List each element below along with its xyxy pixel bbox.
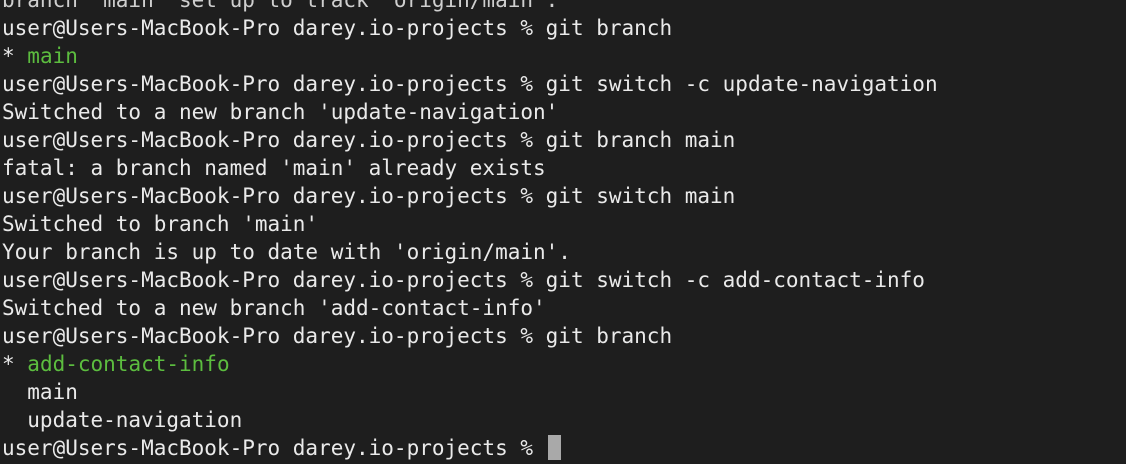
terminal-line-partial: branch 'main' set up to track 'origin/ma…	[2, 0, 1126, 14]
command-text: git branch main	[545, 128, 736, 152]
command-text: git branch	[545, 16, 673, 40]
command-text: git switch -c add-contact-info	[545, 268, 925, 292]
text-cursor	[547, 435, 561, 460]
output-text: Switched to branch 'main'	[2, 212, 319, 236]
current-branch-name: main	[27, 44, 78, 68]
command-text: git switch main	[545, 184, 736, 208]
command-text: git branch	[545, 324, 673, 348]
output-text: Switched to a new branch 'update-navigat…	[2, 100, 559, 124]
output-text: branch 'main' set up to track 'origin/ma…	[2, 0, 559, 12]
error-text: fatal: a branch named 'main' already exi…	[2, 156, 546, 180]
terminal-line-branch: update-navigation	[2, 406, 1126, 434]
terminal-line-command: user@Users-MacBook-Pro darey.io-projects…	[2, 70, 1126, 98]
shell-prompt: user@Users-MacBook-Pro darey.io-projects…	[2, 128, 546, 152]
terminal-line-command: user@Users-MacBook-Pro darey.io-projects…	[2, 266, 1126, 294]
shell-prompt: user@Users-MacBook-Pro darey.io-projects…	[2, 184, 546, 208]
terminal-line-command: user@Users-MacBook-Pro darey.io-projects…	[2, 14, 1126, 42]
terminal-line-branch: main	[2, 378, 1126, 406]
output-text: Switched to a new branch 'add-contact-in…	[2, 296, 546, 320]
terminal-line-command: user@Users-MacBook-Pro darey.io-projects…	[2, 182, 1126, 210]
shell-prompt: user@Users-MacBook-Pro darey.io-projects…	[2, 324, 546, 348]
terminal-line-branch-current: * add-contact-info	[2, 350, 1126, 378]
current-branch-name: add-contact-info	[27, 352, 230, 376]
terminal-line-output: fatal: a branch named 'main' already exi…	[2, 154, 1126, 182]
terminal-output: branch 'main' set up to track 'origin/ma…	[2, 0, 1126, 462]
terminal-line-command: user@Users-MacBook-Pro darey.io-projects…	[2, 126, 1126, 154]
terminal-line-output: Switched to a new branch 'add-contact-in…	[2, 294, 1126, 322]
terminal-line-branch-current: * main	[2, 42, 1126, 70]
branch-name: update-navigation	[2, 408, 243, 432]
shell-prompt: user@Users-MacBook-Pro darey.io-projects…	[2, 72, 546, 96]
terminal-line-output: Switched to branch 'main'	[2, 210, 1126, 238]
terminal-line-output: Your branch is up to date with 'origin/m…	[2, 238, 1126, 266]
current-branch-marker: *	[2, 352, 28, 376]
output-text: Your branch is up to date with 'origin/m…	[2, 240, 571, 264]
current-branch-marker: *	[2, 44, 28, 68]
command-text: git switch -c update-navigation	[545, 72, 938, 96]
shell-prompt: user@Users-MacBook-Pro darey.io-projects…	[2, 268, 546, 292]
terminal-line-command: user@Users-MacBook-Pro darey.io-projects…	[2, 322, 1126, 350]
terminal-line-output: Switched to a new branch 'update-navigat…	[2, 98, 1126, 126]
terminal-window[interactable]: branch 'main' set up to track 'origin/ma…	[0, 0, 1126, 464]
terminal-line-input[interactable]: user@Users-MacBook-Pro darey.io-projects…	[2, 434, 1126, 462]
shell-prompt: user@Users-MacBook-Pro darey.io-projects…	[2, 436, 546, 460]
branch-name: main	[2, 380, 78, 404]
shell-prompt: user@Users-MacBook-Pro darey.io-projects…	[2, 16, 546, 40]
